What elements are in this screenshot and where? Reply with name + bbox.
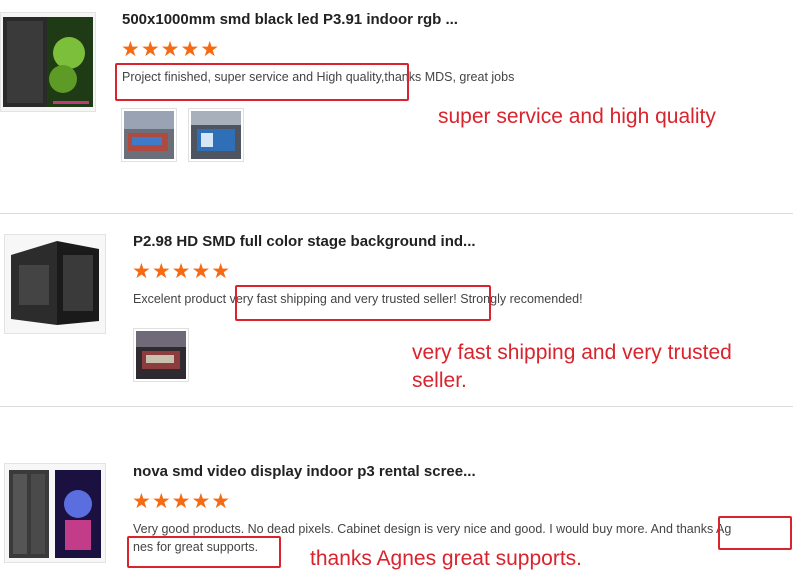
review-photo-image: [191, 111, 241, 159]
rating-stars: ★★★★★: [121, 38, 221, 61]
product-thumbnail[interactable]: [4, 463, 106, 563]
rating-stars: ★★★★★: [132, 260, 232, 283]
review-photo-image: [136, 331, 186, 379]
highlight-box: [127, 536, 281, 568]
rating-stars: ★★★★★: [132, 490, 232, 513]
annotation-note: thanks Agnes great supports.: [310, 547, 583, 570]
highlight-box: [115, 63, 409, 101]
review-photo[interactable]: [121, 108, 177, 162]
product-thumbnail[interactable]: [4, 234, 106, 334]
annotation-note: super service and high quality: [438, 105, 716, 128]
highlight-box: [235, 285, 491, 321]
annotation-note-line: very fast shipping and very trusted: [412, 341, 732, 364]
annotation-note-line: seller.: [412, 369, 467, 392]
review-photo[interactable]: [188, 108, 244, 162]
product-image: [1, 13, 95, 111]
annotation-note: very fast shipping and very trusted sell…: [412, 339, 732, 395]
product-thumbnail[interactable]: [0, 12, 96, 112]
product-title[interactable]: P2.98 HD SMD full color stage background…: [133, 233, 476, 250]
review-photo[interactable]: [133, 328, 189, 382]
highlight-box: [718, 516, 792, 550]
product-image: [5, 235, 105, 333]
review-photo-image: [124, 111, 174, 159]
review-divider: [0, 406, 793, 407]
review-comment: Very good products. No dead pixels. Cabi…: [133, 522, 732, 536]
product-image: [5, 464, 105, 562]
product-title[interactable]: nova smd video display indoor p3 rental …: [133, 463, 476, 480]
product-title[interactable]: 500x1000mm smd black led P3.91 indoor rg…: [122, 11, 458, 28]
review-divider: [0, 213, 793, 214]
